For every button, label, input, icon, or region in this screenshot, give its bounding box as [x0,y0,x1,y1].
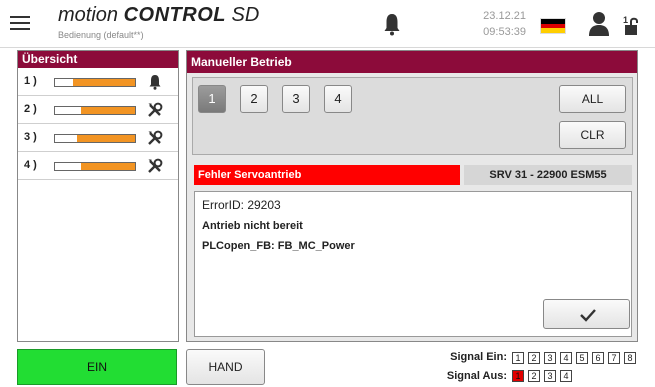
signal-in-label: Signal Ein: [450,351,507,363]
bell-icon [149,75,161,90]
signal-out-label: Signal Aus: [446,370,507,382]
date-label: 23.12.21 [483,10,526,22]
user-icon[interactable] [588,11,610,37]
signal-in-1: 1 [512,352,524,364]
axis-label: 1 ) [24,75,37,87]
signal-in-7: 7 [608,352,620,364]
manual-panel: Manueller Betrieb 1 2 3 4 ALL CLR Fehler… [186,50,638,342]
axis-progress [54,78,136,87]
app-header: motion CONTROL SD Bedienung (default**) … [0,0,655,48]
signal-out-3: 3 [544,370,556,382]
overview-panel: Übersicht 1 ) 2 ) 3 ) 4 ) [17,50,179,342]
hand-button[interactable]: HAND [186,349,265,385]
overview-title: Übersicht [18,51,178,68]
axis-row-2[interactable]: 2 ) [18,96,178,124]
error-text: Antrieb nicht bereit [202,220,303,232]
tools-icon [148,158,163,173]
menu-icon[interactable] [10,14,30,32]
signal-out-1: 1 [512,370,524,382]
signal-in-3: 3 [544,352,556,364]
error-id: ErrorID: 29203 [202,198,281,212]
unlock-icon[interactable]: 1 [622,14,640,36]
signal-out-4: 4 [560,370,572,382]
error-message-box: ErrorID: 29203 Antrieb nicht bereit PLCo… [194,191,632,337]
tools-icon [148,102,163,117]
datetime: 23.12.21 09:53:39 [470,8,526,40]
app-subtitle: Bedienung (default**) [58,30,144,40]
axis-label: 3 ) [24,131,37,143]
axis-row-1[interactable]: 1 ) [18,68,178,96]
axis-button-2[interactable]: 2 [240,85,268,113]
error-function-block: PLCopen_FB: FB_MC_Power [202,240,355,252]
all-button[interactable]: ALL [559,85,626,113]
lock-level: 1 [623,15,628,25]
axis-progress [54,134,136,143]
drive-label: SRV 31 - 22900 ESM55 [464,165,632,185]
bell-icon[interactable] [383,12,401,36]
signal-in-5: 5 [576,352,588,364]
ein-button[interactable]: EIN [17,349,177,385]
check-icon [580,309,596,322]
error-title: Fehler Servoantrieb [194,165,460,185]
axis-row-4[interactable]: 4 ) [18,152,178,180]
axis-button-3[interactable]: 3 [282,85,310,113]
flag-icon[interactable] [540,18,566,34]
axis-label: 4 ) [24,159,37,171]
axis-select-area: 1 2 3 4 ALL CLR [192,77,633,155]
signal-in-6: 6 [592,352,604,364]
signal-in-8: 8 [624,352,636,364]
tools-icon [148,130,163,145]
axis-row-3[interactable]: 3 ) [18,124,178,152]
axis-progress [54,162,136,171]
manual-title: Manueller Betrieb [187,51,637,73]
signal-in-4: 4 [560,352,572,364]
signal-out-2: 2 [528,370,540,382]
signal-in-2: 2 [528,352,540,364]
axis-label: 2 ) [24,103,37,115]
axis-progress [54,106,136,115]
time-label: 09:53:39 [483,26,526,38]
axis-button-1[interactable]: 1 [198,85,226,113]
acknowledge-button[interactable] [543,299,630,329]
axis-button-4[interactable]: 4 [324,85,352,113]
app-title: motion CONTROL SD [58,4,260,26]
clr-button[interactable]: CLR [559,121,626,149]
